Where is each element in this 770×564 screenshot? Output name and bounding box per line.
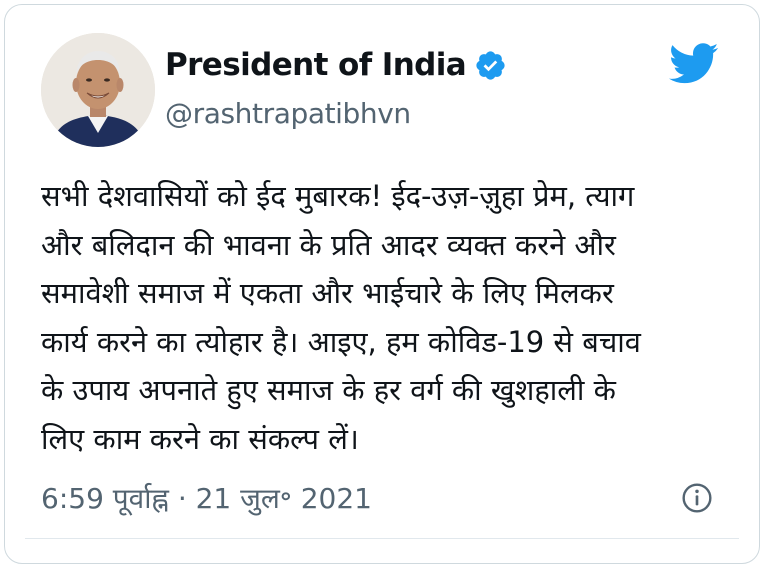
tweet-text-line: समावेशी समाज में एकता और भाईचारे के लिए … [41, 276, 614, 310]
tweet-text: सभी देशवासियों को ईद मुबारक! ईद-उज़-ज़ुह… [41, 172, 741, 463]
tweet-text-line: और बलिदान की भावना के प्रति आदर व्यक्त क… [41, 227, 616, 262]
avatar-image [41, 33, 155, 147]
tweet-timestamp[interactable]: 6:59 पूर्वाह्न · 21 जुल॰ 2021 [41, 479, 372, 517]
author-display-name[interactable]: President of India [165, 47, 467, 83]
author-name-row[interactable]: President of India [165, 47, 507, 83]
tweet-text-line: सभी देशवासियों को ईद मुबारक! ईद-उज़-ज़ुह… [41, 179, 635, 213]
info-icon[interactable] [681, 482, 713, 514]
verified-badge-icon [474, 49, 507, 82]
tweet-text-line: के उपाय अपनाते हुए समाज के हर वर्ग की खु… [41, 373, 616, 407]
tweet-text-line: कार्य करने का त्योहार है। आइए, हम कोविड-… [41, 324, 641, 359]
tweet-card: President of India @rashtrapatibhvn सभी … [4, 4, 760, 564]
author-handle[interactable]: @rashtrapatibhvn [165, 97, 411, 130]
avatar[interactable] [41, 33, 155, 147]
twitter-bird-icon[interactable] [669, 43, 719, 85]
tweet-text-line: लिए काम करने का संकल्प लें। [41, 421, 359, 456]
